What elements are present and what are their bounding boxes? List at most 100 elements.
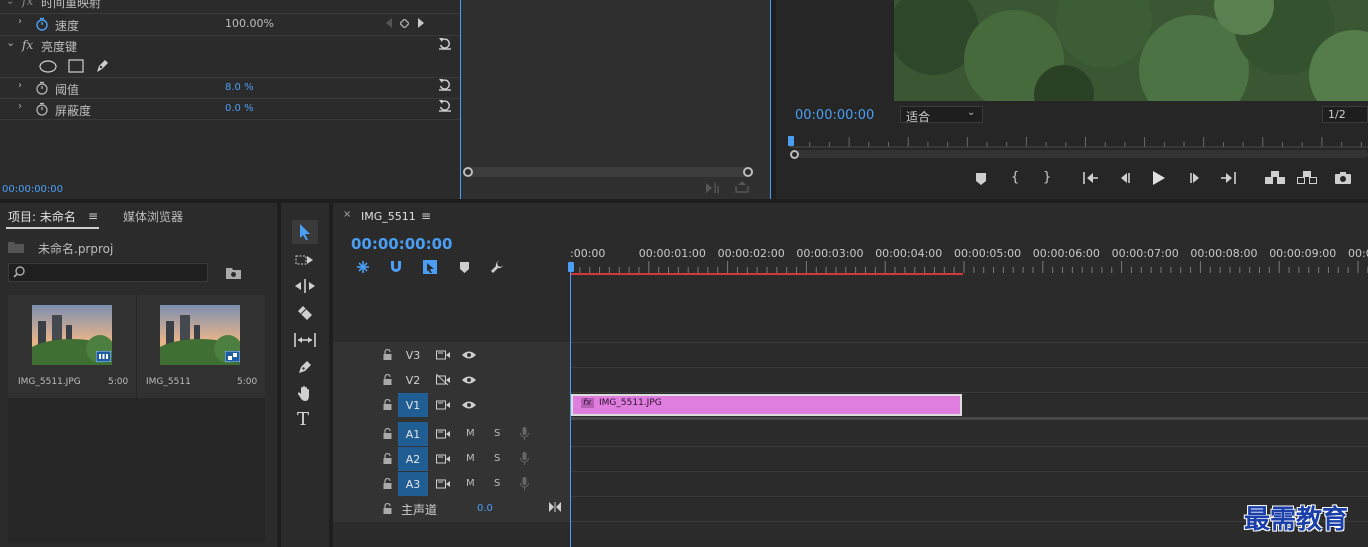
step-back-icon[interactable] (1118, 172, 1131, 184)
step-forward-icon[interactable] (1189, 172, 1202, 184)
lock-icon[interactable] (383, 503, 392, 514)
time-remap-row[interactable]: ⌄ fx 时间重映射 (0, 0, 460, 12)
list-item[interactable]: IMG_5511.JPG 5:00 (8, 295, 136, 398)
go-to-out-icon[interactable] (1221, 172, 1236, 184)
lock-icon[interactable] (383, 374, 392, 385)
track-target-a3[interactable]: A3 (398, 472, 428, 496)
go-to-edge-icon[interactable] (549, 502, 561, 512)
eye-icon[interactable] (462, 400, 476, 410)
sync-lock-off-icon[interactable] (436, 374, 450, 385)
effect-controls-timecode[interactable]: 00:00:00:00 (2, 184, 63, 195)
program-video-frame[interactable] (894, 0, 1368, 101)
slip-tool-icon[interactable] (294, 333, 316, 347)
lock-icon[interactable] (383, 453, 392, 464)
mark-in-icon[interactable]: { (1011, 170, 1019, 185)
lock-icon[interactable] (383, 349, 392, 360)
track-target-v1[interactable]: V1 (398, 393, 428, 417)
reset-icon[interactable] (438, 78, 452, 91)
track-target-v3[interactable]: V3 (398, 343, 428, 367)
ripple-edit-tool-icon[interactable] (295, 279, 315, 293)
fit-select[interactable]: 适合 ⌄ (900, 106, 983, 124)
mark-out-icon[interactable]: } (1043, 170, 1051, 185)
play-audio-icon[interactable] (706, 183, 720, 193)
sync-lock-icon[interactable] (436, 478, 450, 489)
sync-lock-icon[interactable] (436, 453, 450, 464)
rectangle-mask-icon[interactable] (68, 59, 84, 73)
sync-lock-icon[interactable] (436, 428, 450, 439)
hand-tool-icon[interactable] (297, 385, 313, 402)
lock-icon[interactable] (383, 399, 392, 410)
zoom-handle-left[interactable] (790, 150, 799, 159)
chevron-right-icon[interactable]: › (18, 80, 22, 91)
go-to-in-icon[interactable] (1083, 172, 1098, 184)
new-bin-icon[interactable] (226, 267, 241, 279)
reset-icon[interactable] (438, 99, 452, 112)
solo-button[interactable]: S (494, 428, 500, 439)
linked-selection-icon[interactable] (422, 259, 438, 275)
microphone-icon[interactable] (520, 427, 529, 440)
type-tool-icon[interactable]: T (297, 409, 309, 430)
stopwatch-icon[interactable] (35, 81, 49, 95)
add-marker-icon[interactable] (460, 262, 469, 273)
cutoff-value[interactable]: 0.0 % (225, 103, 254, 114)
microphone-icon[interactable] (520, 452, 529, 465)
scroll-handle-left[interactable] (463, 167, 473, 177)
eye-icon[interactable] (462, 375, 476, 385)
lock-icon[interactable] (383, 428, 392, 439)
play-icon[interactable] (1153, 171, 1165, 185)
timeline-clip[interactable]: fx IMG_5511.JPG (571, 394, 962, 416)
mute-button[interactable]: M (466, 478, 475, 489)
prev-keyframe-icon[interactable] (385, 18, 393, 28)
eye-icon[interactable] (462, 350, 476, 360)
stopwatch-icon[interactable] (35, 17, 49, 31)
resolution-select[interactable]: 1/2 (1322, 106, 1368, 123)
program-mini-ruler[interactable] (790, 133, 1368, 149)
speed-value[interactable]: 100.00% (225, 17, 274, 30)
timeline-playhead-handle[interactable] (568, 262, 574, 272)
chevron-down-icon[interactable]: ⌄ (6, 0, 14, 7)
mute-button[interactable]: M (466, 453, 475, 464)
list-item[interactable]: IMG_5511 5:00 (137, 295, 265, 398)
panel-menu-icon[interactable]: ≡ (421, 209, 431, 223)
panel-menu-icon[interactable]: ≡ (88, 209, 98, 223)
keyframe-scroll-bar[interactable] (464, 167, 754, 177)
stopwatch-icon[interactable] (35, 102, 49, 116)
luma-key-row[interactable]: ⌄ fx 亮度键 (0, 36, 460, 57)
lock-icon[interactable] (383, 478, 392, 489)
pen-tool-icon[interactable] (297, 359, 313, 375)
microphone-icon[interactable] (520, 477, 529, 490)
sync-lock-icon[interactable] (436, 349, 450, 360)
export-icon[interactable] (735, 181, 749, 193)
reset-icon[interactable] (438, 37, 452, 50)
snap-icon[interactable] (389, 260, 403, 274)
scroll-handle-right[interactable] (743, 167, 753, 177)
fx-badge[interactable]: fx (22, 38, 33, 52)
track-target-v2[interactable]: V2 (398, 368, 428, 392)
ellipse-mask-icon[interactable] (39, 60, 57, 73)
add-keyframe-icon[interactable] (400, 19, 409, 28)
chevron-down-icon[interactable]: ⌄ (6, 36, 15, 49)
solo-button[interactable]: S (494, 478, 500, 489)
add-marker-icon[interactable] (976, 173, 986, 185)
timeline-timecode[interactable]: 00:00:00:00 (351, 235, 453, 253)
razor-tool-icon[interactable] (297, 305, 313, 321)
nest-sequence-icon[interactable] (356, 260, 370, 274)
lift-icon[interactable] (1265, 171, 1285, 185)
track-target-a2[interactable]: A2 (398, 447, 428, 471)
sync-lock-icon[interactable] (436, 399, 450, 410)
chevron-right-icon[interactable]: › (18, 101, 22, 112)
program-playhead[interactable] (788, 136, 794, 146)
extract-icon[interactable] (1297, 171, 1317, 185)
tab-project[interactable]: 项目: 未命名 (8, 208, 76, 225)
export-frame-icon[interactable] (1335, 172, 1351, 184)
program-timecode[interactable]: 00:00:00:00 (795, 108, 874, 123)
program-zoom-bar[interactable] (794, 150, 1368, 158)
in-out-range-bar[interactable] (570, 273, 963, 275)
timeline-playhead-line[interactable] (570, 268, 571, 547)
sequence-tab[interactable]: IMG_5511 (361, 210, 416, 223)
track-select-tool-icon[interactable] (295, 253, 315, 267)
solo-button[interactable]: S (494, 453, 500, 464)
wrench-icon[interactable] (490, 260, 504, 274)
threshold-value[interactable]: 8.0 % (225, 82, 254, 93)
search-input[interactable] (8, 263, 208, 282)
